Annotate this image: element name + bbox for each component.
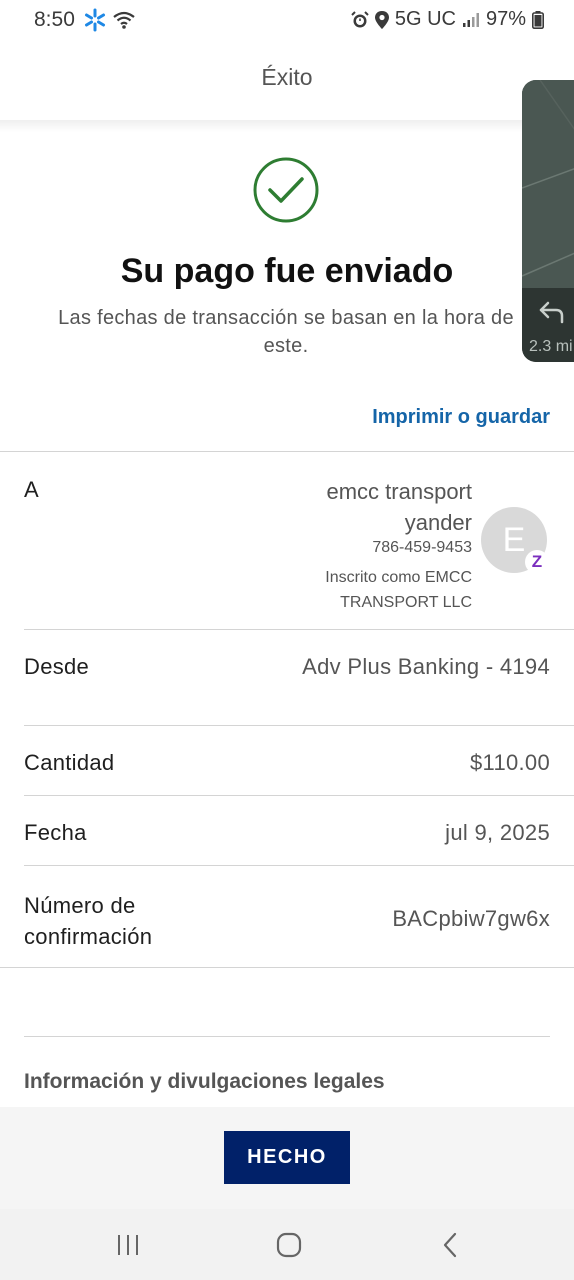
zelle-icon: Z bbox=[525, 550, 549, 574]
to-label: A bbox=[24, 477, 39, 502]
walmart-spark-icon bbox=[83, 8, 107, 37]
status-bar: 8:50 5G UC 97% bbox=[0, 0, 574, 40]
page-title: Éxito bbox=[261, 64, 313, 90]
confirmation-label: Número de confirmación bbox=[24, 893, 153, 949]
done-button[interactable]: HECHO bbox=[224, 1131, 350, 1184]
distance-label: 2.3 mi bbox=[529, 338, 573, 355]
recents-icon bbox=[118, 1235, 138, 1255]
from-label: Desde bbox=[24, 654, 90, 679]
amount-label: Cantidad bbox=[24, 750, 115, 775]
status-time: 8:50 bbox=[34, 8, 75, 31]
date-label: Fecha bbox=[24, 820, 87, 845]
recipient-phone: 786-459-9453 bbox=[372, 539, 472, 556]
recent-apps-button[interactable] bbox=[108, 1227, 148, 1263]
app-header: Éxito bbox=[0, 40, 574, 122]
network-label: 5G UC bbox=[394, 8, 456, 30]
battery-icon bbox=[532, 10, 544, 29]
recipient-enrolled-as: Inscrito como EMCC TRANSPORT LLC bbox=[325, 569, 472, 611]
home-button[interactable] bbox=[269, 1227, 309, 1263]
back-button[interactable] bbox=[430, 1227, 470, 1263]
recipient-name: emcc transport yander bbox=[326, 479, 473, 535]
success-check-icon bbox=[253, 157, 319, 223]
system-nav-bar bbox=[0, 1209, 574, 1280]
date-value: jul 9, 2025 bbox=[445, 820, 550, 845]
signal-icon bbox=[462, 12, 480, 28]
divider bbox=[24, 865, 574, 866]
mini-map bbox=[522, 80, 574, 288]
success-subtitle: Las fechas de transacción se basan en la… bbox=[58, 307, 514, 357]
divider bbox=[0, 967, 574, 968]
alarm-icon bbox=[351, 10, 369, 29]
wifi-icon bbox=[113, 10, 135, 35]
divider bbox=[0, 451, 574, 452]
print-or-save-link[interactable]: Imprimir o guardar bbox=[372, 406, 550, 429]
back-icon bbox=[443, 1232, 457, 1258]
legal-disclosures-link[interactable]: Información y divulgaciones legales bbox=[24, 1070, 385, 1094]
divider bbox=[24, 795, 574, 796]
divider bbox=[24, 629, 574, 630]
amount-value: $110.00 bbox=[470, 750, 550, 775]
from-account-value: Adv Plus Banking - 4194 bbox=[302, 654, 550, 679]
home-icon bbox=[276, 1232, 302, 1258]
confirmation-value: BACpbiw7gw6x bbox=[392, 906, 550, 931]
header-shadow bbox=[0, 120, 574, 132]
battery-label: 97% bbox=[485, 8, 526, 30]
divider bbox=[24, 1036, 550, 1037]
divider bbox=[24, 725, 574, 726]
navigation-bubble[interactable]: 2.3 mi bbox=[522, 80, 574, 362]
turn-left-icon bbox=[539, 301, 564, 324]
location-icon bbox=[374, 10, 389, 29]
success-title: Su pago fue enviado bbox=[120, 252, 454, 290]
